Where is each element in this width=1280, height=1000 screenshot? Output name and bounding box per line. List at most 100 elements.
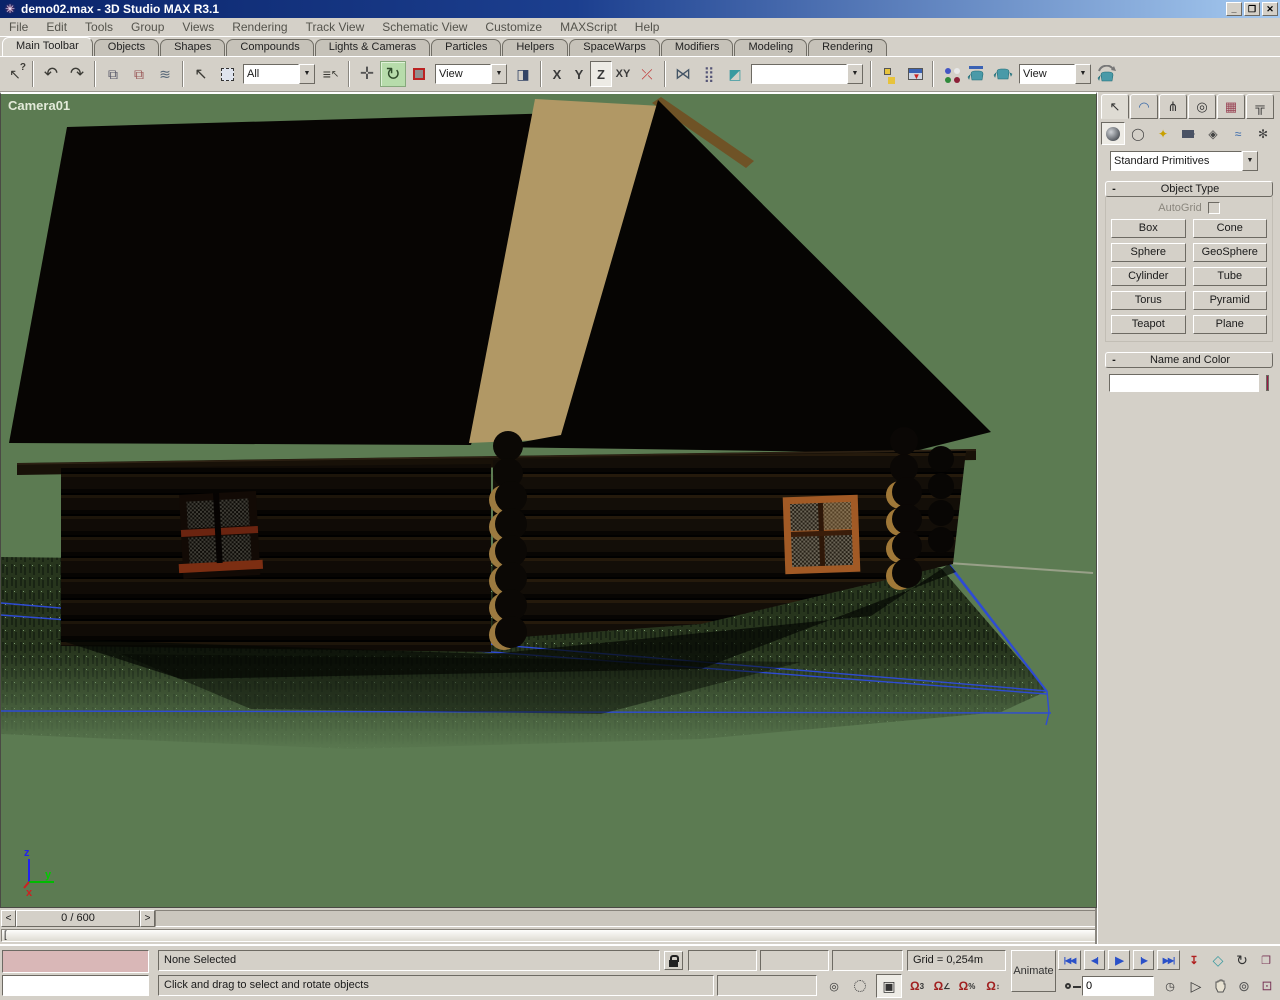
tab-rendering[interactable]: Rendering: [808, 39, 887, 56]
tube-button[interactable]: Tube: [1193, 267, 1268, 286]
spacewarps-category-button[interactable]: ≈: [1226, 122, 1250, 145]
time-configuration-button[interactable]: ◷: [1160, 976, 1180, 996]
coordinate-y-field[interactable]: [760, 950, 829, 971]
unlink-button[interactable]: ⧉: [126, 61, 152, 87]
shapes-category-button[interactable]: ◯: [1126, 122, 1150, 145]
create-tab[interactable]: ↖: [1101, 94, 1129, 119]
ik-toggle-button[interactable]: ⤫: [634, 61, 660, 87]
crossing-selection-toggle[interactable]: ▣: [876, 974, 902, 998]
tab-modifiers[interactable]: Modifiers: [661, 39, 734, 56]
previous-frame-arrow-button[interactable]: <: [1, 910, 16, 927]
maxscript-mini-listener-pink[interactable]: [2, 950, 149, 973]
autogrid-checkbox[interactable]: [1208, 202, 1220, 214]
plane-button[interactable]: Plane: [1193, 315, 1268, 334]
object-name-input[interactable]: [1109, 374, 1259, 392]
tab-objects[interactable]: Objects: [94, 39, 159, 56]
array-button[interactable]: ⣿: [696, 61, 722, 87]
spinner-snap-toggle-button[interactable]: Ω↕: [982, 976, 1004, 996]
coordinate-z-field[interactable]: [832, 950, 903, 971]
chevron-down-icon[interactable]: ▼: [1242, 151, 1258, 171]
key-mode-toggle-button[interactable]: ↧: [1184, 950, 1204, 970]
align-button[interactable]: ◩: [722, 61, 748, 87]
minimize-button[interactable]: _: [1226, 2, 1242, 16]
render-last-button[interactable]: [1094, 61, 1120, 87]
track-bar[interactable]: [: [1, 929, 1096, 942]
menu-tools[interactable]: Tools: [76, 18, 122, 36]
motion-tab[interactable]: ◎: [1188, 94, 1216, 119]
bind-to-spacewarp-button[interactable]: ≋: [152, 61, 178, 87]
animate-button[interactable]: Animate: [1011, 950, 1056, 992]
hierarchy-tab[interactable]: ⋔: [1159, 94, 1187, 119]
undo-button[interactable]: ↶: [38, 61, 64, 87]
lights-category-button[interactable]: ✦: [1151, 122, 1175, 145]
min-max-toggle-button[interactable]: ❐: [1256, 950, 1276, 970]
percent-snap-toggle-button[interactable]: Ω%: [956, 976, 978, 996]
tab-lights-cameras[interactable]: Lights & Cameras: [315, 39, 430, 56]
menu-customize[interactable]: Customize: [476, 18, 551, 36]
render-type-combo[interactable]: View ▼: [1019, 64, 1091, 84]
play-button[interactable]: ▶: [1108, 950, 1130, 970]
restrict-x-button[interactable]: X: [546, 61, 568, 87]
tab-main-toolbar[interactable]: Main Toolbar: [2, 37, 93, 56]
previous-frame-button[interactable]: ◀|: [1084, 950, 1105, 970]
render-type-button[interactable]: [964, 61, 990, 87]
selection-filter-combo[interactable]: All ▼: [243, 64, 315, 84]
menu-views[interactable]: Views: [173, 18, 223, 36]
restrict-xy-plane-button[interactable]: XY: [612, 61, 634, 87]
arc-rotate-button[interactable]: ↻: [1232, 950, 1252, 970]
systems-category-button[interactable]: ✻: [1251, 122, 1275, 145]
time-tag-field[interactable]: [717, 975, 817, 996]
chevron-down-icon[interactable]: ▼: [847, 64, 863, 84]
pan-hand-button[interactable]: [1210, 976, 1230, 996]
teapot-button[interactable]: Teapot: [1111, 315, 1186, 334]
object-color-swatch[interactable]: [1266, 375, 1269, 391]
chevron-down-icon[interactable]: ▼: [491, 64, 507, 84]
dotted-selection-button[interactable]: [849, 976, 871, 996]
next-frame-button[interactable]: |▶: [1133, 950, 1154, 970]
menu-file[interactable]: File: [0, 18, 37, 36]
material-editor-button[interactable]: ▼: [902, 61, 928, 87]
selection-region-button[interactable]: [214, 61, 240, 87]
redo-button[interactable]: ↷: [64, 61, 90, 87]
display-tab[interactable]: ▦: [1217, 94, 1245, 119]
category-dropdown[interactable]: Standard Primitives ▼: [1110, 151, 1270, 171]
degradation-override-button[interactable]: ◎: [823, 976, 845, 996]
viewport-label[interactable]: Camera01: [8, 98, 70, 113]
region-zoom-button[interactable]: ⊡: [1258, 976, 1276, 996]
help-mode-button[interactable]: ↖ ?: [2, 61, 28, 87]
select-object-button[interactable]: ↖: [188, 61, 214, 87]
go-to-start-button[interactable]: |◀◀: [1058, 950, 1081, 970]
geosphere-button[interactable]: GeoSphere: [1193, 243, 1268, 262]
mirror-button[interactable]: ⋈: [670, 61, 696, 87]
chevron-down-icon[interactable]: ▼: [1075, 64, 1091, 84]
tab-compounds[interactable]: Compounds: [226, 39, 313, 56]
link-button[interactable]: ⧉: [100, 61, 126, 87]
select-and-rotate-button[interactable]: ↻: [380, 61, 406, 87]
tab-spacewarps[interactable]: SpaceWarps: [569, 39, 660, 56]
object-type-rollout-header[interactable]: - Object Type: [1105, 181, 1273, 197]
camera-viewport[interactable]: z y x Camera01: [0, 92, 1097, 908]
select-by-name-button[interactable]: ≡ ↖: [318, 61, 344, 87]
quick-render-button[interactable]: [990, 61, 1016, 87]
cone-button[interactable]: Cone: [1193, 219, 1268, 238]
orbit-camera-button[interactable]: ⊚: [1234, 976, 1254, 996]
cylinder-button[interactable]: Cylinder: [1111, 267, 1186, 286]
tab-shapes[interactable]: Shapes: [160, 39, 225, 56]
tab-particles[interactable]: Particles: [431, 39, 501, 56]
utilities-tab[interactable]: ╦: [1246, 94, 1274, 119]
select-and-scale-button[interactable]: [406, 61, 432, 87]
next-frame-arrow-button[interactable]: >: [140, 910, 155, 927]
create-key-button[interactable]: [1058, 976, 1078, 996]
coordinate-x-field[interactable]: [688, 950, 757, 971]
select-and-move-button[interactable]: ✛: [354, 61, 380, 87]
menu-track-view[interactable]: Track View: [297, 18, 374, 36]
zoom-extents-all-button[interactable]: ◇: [1208, 950, 1228, 970]
selection-lock-toggle[interactable]: [664, 951, 683, 970]
menu-group[interactable]: Group: [122, 18, 173, 36]
go-to-end-button[interactable]: ▶▶|: [1157, 950, 1180, 970]
use-pivot-point-button[interactable]: ◨: [510, 61, 536, 87]
name-and-color-rollout-header[interactable]: - Name and Color: [1105, 352, 1273, 368]
maxscript-mini-listener-white[interactable]: [2, 975, 149, 996]
menu-schematic-view[interactable]: Schematic View: [373, 18, 476, 36]
render-scene-button[interactable]: [938, 61, 964, 87]
